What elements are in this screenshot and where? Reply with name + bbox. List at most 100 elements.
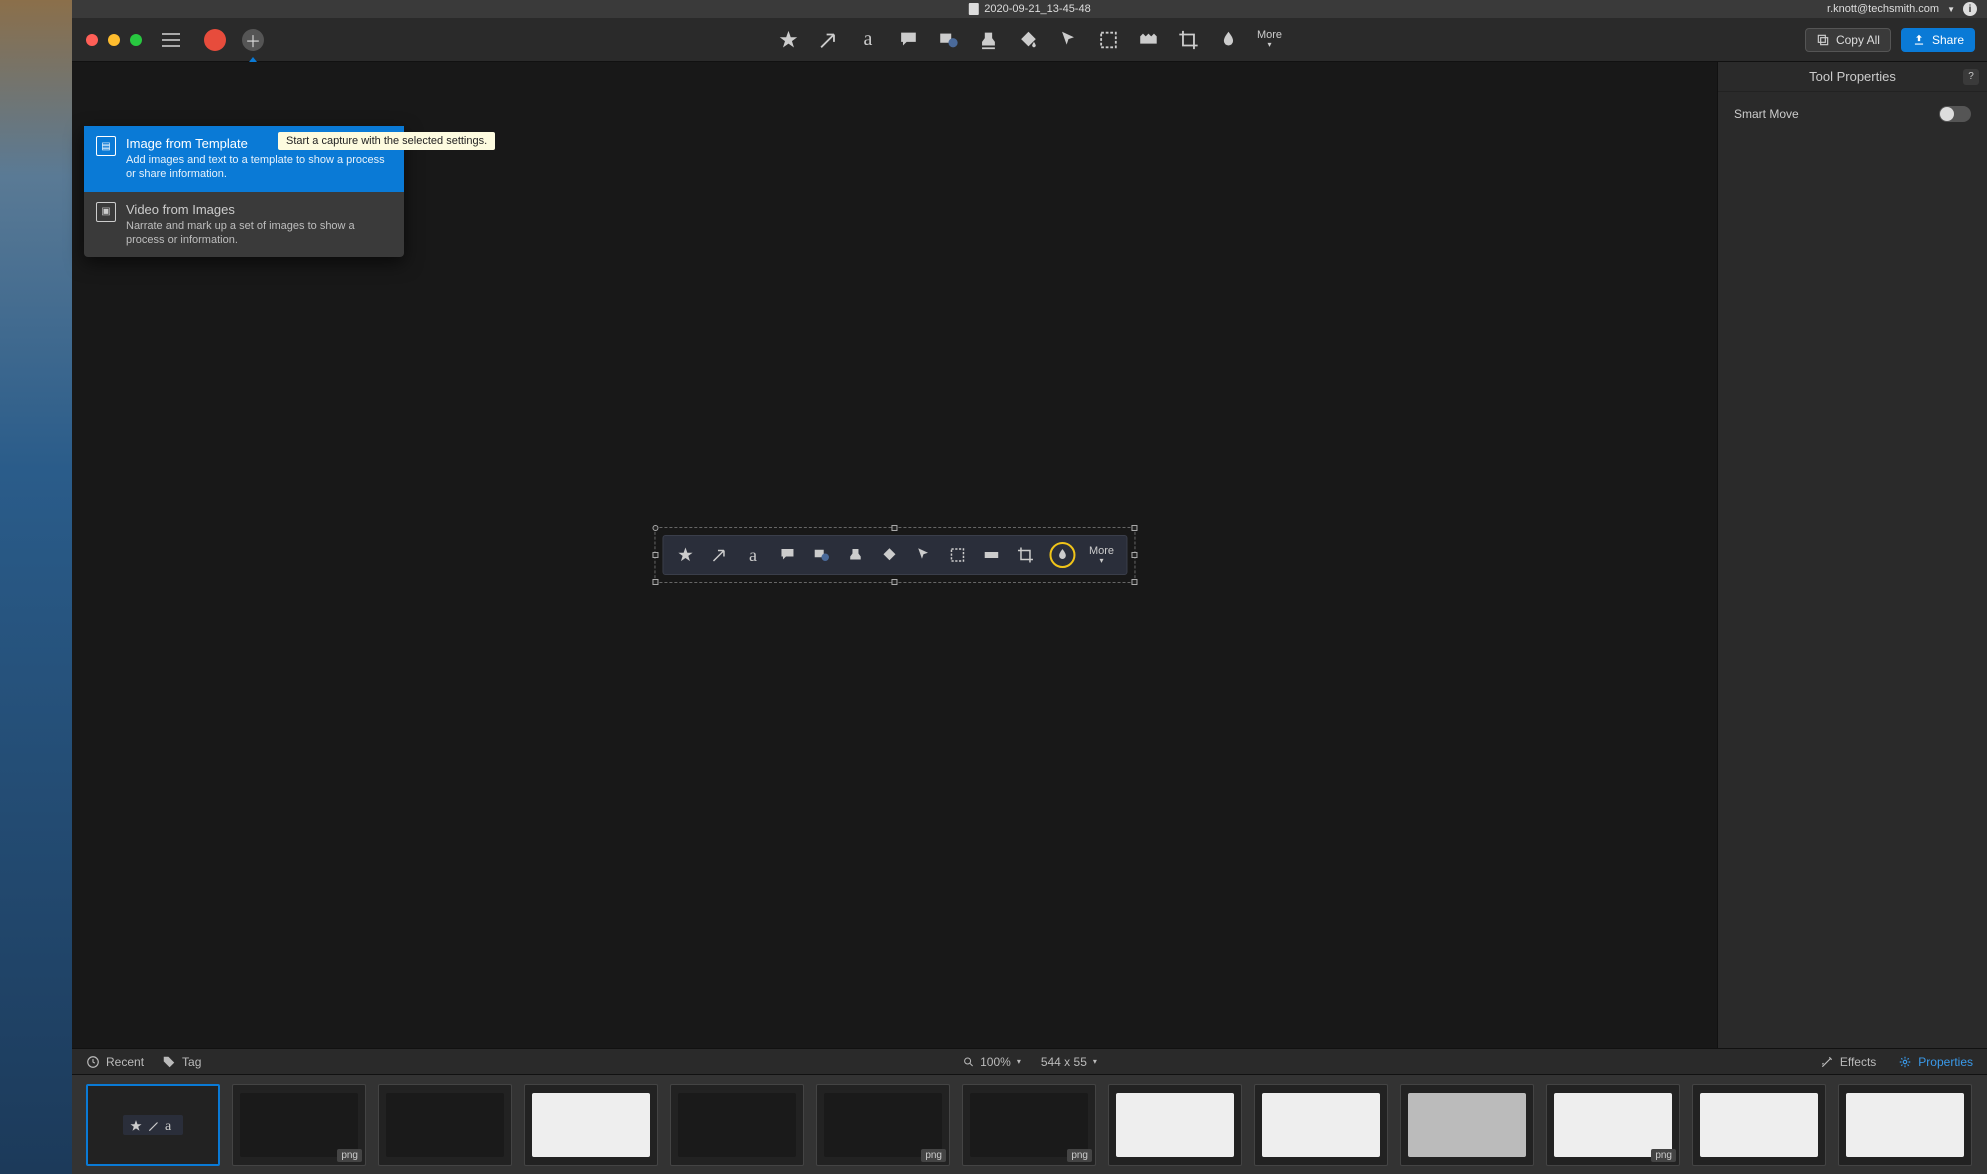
properties-button[interactable]: Properties xyxy=(1898,1055,1973,1069)
tray-thumbnail[interactable]: png xyxy=(232,1084,366,1166)
tray-thumbnail[interactable] xyxy=(1400,1084,1534,1166)
window-controls xyxy=(86,34,142,46)
clock-icon xyxy=(86,1055,100,1069)
copy-all-button[interactable]: Copy All xyxy=(1805,28,1891,52)
effects-label: Effects xyxy=(1840,1055,1876,1069)
effects-button[interactable]: Effects xyxy=(1820,1055,1876,1069)
selection-marquee xyxy=(654,527,1135,583)
video-icon: ▣ xyxy=(96,202,116,222)
text-tool-icon[interactable]: a xyxy=(857,29,879,51)
popover-item-desc: Narrate and mark up a set of images to s… xyxy=(126,219,392,248)
tool-strip: a More ▾ xyxy=(777,29,1282,51)
popover-item-title: Video from Images xyxy=(126,202,392,217)
more-label: More xyxy=(1257,29,1282,41)
capture-button[interactable] xyxy=(204,29,226,51)
tray-thumbnail[interactable] xyxy=(1108,1084,1242,1166)
file-badge: png xyxy=(1651,1149,1676,1162)
blur-tool-icon[interactable] xyxy=(1137,29,1159,51)
recent-label: Recent xyxy=(106,1055,144,1069)
create-popover: ▤ Image from Template Add images and tex… xyxy=(84,126,404,257)
tray-thumbnail[interactable]: png xyxy=(1546,1084,1680,1166)
file-badge: png xyxy=(921,1149,946,1162)
file-badge: png xyxy=(337,1149,362,1162)
copy-all-label: Copy All xyxy=(1836,33,1880,47)
property-row: Smart Move xyxy=(1734,106,1971,122)
fill-tool-icon[interactable] xyxy=(1017,29,1039,51)
tag-icon xyxy=(162,1055,176,1069)
close-window-button[interactable] xyxy=(86,34,98,46)
callout-tool-icon[interactable] xyxy=(897,29,919,51)
properties-title: Tool Properties xyxy=(1809,69,1896,84)
zoom-control[interactable]: 100% ▾ xyxy=(962,1055,1021,1069)
stamp-tool-icon[interactable] xyxy=(977,29,999,51)
document-filename: 2020-09-21_13-45-48 xyxy=(984,3,1090,15)
resize-handle[interactable] xyxy=(1131,525,1137,531)
resize-handle[interactable] xyxy=(652,579,658,585)
share-label: Share xyxy=(1932,33,1964,47)
recent-button[interactable]: Recent xyxy=(86,1055,144,1069)
selection-tool-icon[interactable] xyxy=(1097,29,1119,51)
app-window: 2020-09-21_13-45-48 r.knott@techsmith.co… xyxy=(72,0,1987,1174)
file-badge: png xyxy=(1067,1149,1092,1162)
create-button[interactable]: ＋ xyxy=(242,29,264,51)
document-icon xyxy=(968,3,978,15)
zoom-value: 100% xyxy=(980,1055,1011,1069)
thumbnail-tray: a png png png png xyxy=(72,1074,1987,1174)
tray-thumbnail[interactable]: png xyxy=(816,1084,950,1166)
tag-label: Tag xyxy=(182,1055,201,1069)
gear-icon xyxy=(1898,1055,1912,1069)
resize-handle[interactable] xyxy=(1131,579,1137,585)
user-email[interactable]: r.knott@techsmith.com xyxy=(1827,3,1939,15)
simplify-tool-icon[interactable] xyxy=(1217,29,1239,51)
dimensions-control[interactable]: 544 x 55 ▾ xyxy=(1041,1055,1097,1069)
resize-handle[interactable] xyxy=(892,525,898,531)
favorites-tool-icon[interactable] xyxy=(777,29,799,51)
tray-thumbnail[interactable]: png xyxy=(962,1084,1096,1166)
popover-item-video-from-images[interactable]: ▣ Video from Images Narrate and mark up … xyxy=(84,192,404,258)
maximize-window-button[interactable] xyxy=(130,34,142,46)
minimize-window-button[interactable] xyxy=(108,34,120,46)
tray-thumbnail[interactable] xyxy=(670,1084,804,1166)
tag-button[interactable]: Tag xyxy=(162,1055,201,1069)
smart-move-toggle[interactable] xyxy=(1939,106,1971,122)
resize-handle[interactable] xyxy=(652,552,658,558)
move-tool-icon[interactable] xyxy=(1057,29,1079,51)
resize-handle[interactable] xyxy=(1131,552,1137,558)
wand-icon xyxy=(1820,1055,1834,1069)
desktop-background xyxy=(0,0,72,1174)
tray-thumbnail[interactable] xyxy=(378,1084,512,1166)
dimensions-value: 544 x 55 xyxy=(1041,1055,1087,1069)
template-icon: ▤ xyxy=(96,136,116,156)
search-icon xyxy=(962,1056,974,1068)
selected-object[interactable]: a More ▾ xyxy=(662,535,1127,575)
crop-tool-icon[interactable] xyxy=(1177,29,1199,51)
tray-thumbnail[interactable] xyxy=(1254,1084,1388,1166)
share-icon xyxy=(1912,33,1926,47)
tray-thumbnail[interactable] xyxy=(524,1084,658,1166)
main-toolbar: ＋ a More ▾ Copy All xyxy=(72,18,1987,62)
chevron-down-icon: ▾ xyxy=(1093,1057,1097,1066)
canvas[interactable]: ▤ Image from Template Add images and tex… xyxy=(72,62,1717,1048)
properties-label: Properties xyxy=(1918,1055,1973,1069)
tray-bar: Recent Tag 100% ▾ 544 x 55 ▾ Effects xyxy=(72,1048,1987,1074)
info-icon[interactable]: i xyxy=(1963,2,1977,16)
share-button[interactable]: Share xyxy=(1901,28,1975,52)
tray-thumbnail[interactable] xyxy=(1838,1084,1972,1166)
shape-tool-icon[interactable] xyxy=(937,29,959,51)
tooltip: Start a capture with the selected settin… xyxy=(278,132,495,150)
tray-thumbnail[interactable]: a xyxy=(86,1084,220,1166)
help-icon[interactable]: ? xyxy=(1963,69,1979,85)
resize-handle[interactable] xyxy=(892,579,898,585)
popover-item-desc: Add images and text to a template to sho… xyxy=(126,153,392,182)
copy-icon xyxy=(1816,33,1830,47)
title-bar: 2020-09-21_13-45-48 r.knott@techsmith.co… xyxy=(72,0,1987,18)
menu-button[interactable] xyxy=(162,33,180,47)
resize-handle[interactable] xyxy=(652,525,658,531)
more-tools-button[interactable]: More ▾ xyxy=(1257,29,1282,50)
tray-thumbnail[interactable] xyxy=(1692,1084,1826,1166)
chevron-down-icon: ▾ xyxy=(1267,41,1271,50)
properties-panel: Tool Properties ? Smart Move xyxy=(1717,62,1987,1048)
arrow-tool-icon[interactable] xyxy=(817,29,839,51)
property-label: Smart Move xyxy=(1734,107,1799,121)
user-dropdown-caret[interactable]: ▼ xyxy=(1947,5,1955,14)
